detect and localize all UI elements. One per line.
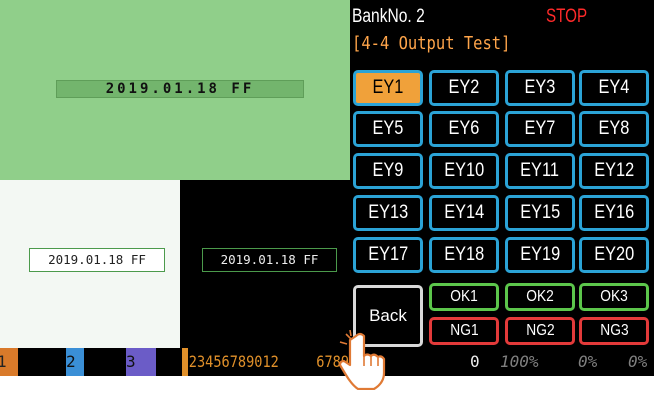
output-button-label: EY8: [598, 118, 630, 139]
zero-value: 0: [470, 352, 480, 371]
ok-button-label: OK2: [526, 288, 554, 305]
output-button-label: EY4: [598, 77, 630, 98]
output-button-ey5[interactable]: EY5: [353, 111, 423, 147]
ok2-button[interactable]: OK2: [505, 283, 575, 311]
output-button-label: EY20: [594, 244, 634, 265]
ng-button-label: NG2: [525, 322, 555, 339]
output-button-ey9[interactable]: EY9: [353, 153, 423, 189]
percent-3: 0%: [628, 352, 648, 371]
bottom-left-preview-date: 2019.01.18 FF: [29, 248, 165, 272]
output-button-ey13[interactable]: EY13: [353, 195, 423, 231]
channel-3-indicator: 3: [126, 348, 156, 376]
ng-button-label: NG3: [599, 322, 629, 339]
channel-2-label: 2: [66, 352, 76, 371]
bottom-right-preview-date: 2019.01.18 FF: [202, 248, 337, 272]
channel-1-indicator: 1: [0, 348, 18, 376]
channel-1-label: 1: [0, 352, 7, 371]
screen-title: [4-4 Output Test]: [352, 33, 511, 54]
output-button-label: EY2: [448, 77, 480, 98]
output-button-ey20[interactable]: EY20: [579, 237, 649, 273]
output-button-ey12[interactable]: EY12: [579, 153, 649, 189]
output-button-ey15[interactable]: EY15: [505, 195, 575, 231]
output-button-label: EY3: [524, 77, 556, 98]
ng-button-label: NG1: [449, 322, 479, 339]
output-button-ey1[interactable]: EY1: [353, 70, 423, 106]
output-button-ey16[interactable]: EY16: [579, 195, 649, 231]
percent-2: 0%: [578, 352, 598, 371]
output-button-label: EY10: [444, 160, 484, 181]
output-button-ey6[interactable]: EY6: [429, 111, 499, 147]
bank-number-label: BankNo. 2: [352, 6, 425, 27]
output-button-label: EY16: [594, 202, 634, 223]
output-button-label: EY6: [448, 118, 480, 139]
ng3-button[interactable]: NG3: [579, 317, 649, 345]
output-button-label: EY15: [520, 202, 560, 223]
channel-3-label: 3: [126, 352, 136, 371]
output-button-label: EY13: [368, 202, 408, 223]
output-button-label: EY14: [444, 202, 484, 223]
run-status-label: STOP: [546, 6, 588, 27]
output-button-ey18[interactable]: EY18: [429, 237, 499, 273]
ok3-button[interactable]: OK3: [579, 283, 649, 311]
top-preview-date: 2019.01.18 FF: [56, 80, 304, 98]
ng1-button[interactable]: NG1: [429, 317, 499, 345]
channel-2-indicator: 2: [66, 348, 84, 376]
output-button-label: EY5: [372, 118, 404, 139]
output-button-ey10[interactable]: EY10: [429, 153, 499, 189]
output-button-label: EY12: [594, 160, 634, 181]
output-button-label: EY17: [368, 244, 408, 265]
percent-1: 100%: [500, 352, 539, 371]
output-button-ey4[interactable]: EY4: [579, 70, 649, 106]
output-button-label: EY1: [372, 77, 404, 98]
counter-value: 23456789012: [188, 352, 279, 371]
output-button-ey7[interactable]: EY7: [505, 111, 575, 147]
counter-readout: 23456789012 67890: [182, 348, 357, 376]
output-button-label: EY9: [372, 160, 404, 181]
output-button-ey19[interactable]: EY19: [505, 237, 575, 273]
ok-button-label: OK1: [450, 288, 478, 305]
output-button-ey2[interactable]: EY2: [429, 70, 499, 106]
output-button-label: EY18: [444, 244, 484, 265]
output-button-ey11[interactable]: EY11: [505, 153, 575, 189]
output-button-label: EY19: [520, 244, 560, 265]
output-button-label: EY7: [524, 118, 556, 139]
output-button-ey8[interactable]: EY8: [579, 111, 649, 147]
ok1-button[interactable]: OK1: [429, 283, 499, 311]
ok-button-label: OK3: [600, 288, 628, 305]
output-button-ey17[interactable]: EY17: [353, 237, 423, 273]
ng2-button[interactable]: NG2: [505, 317, 575, 345]
output-button-ey3[interactable]: EY3: [505, 70, 575, 106]
output-button-label: EY11: [520, 160, 560, 181]
hand-pointer-icon: [336, 329, 388, 391]
output-button-ey14[interactable]: EY14: [429, 195, 499, 231]
